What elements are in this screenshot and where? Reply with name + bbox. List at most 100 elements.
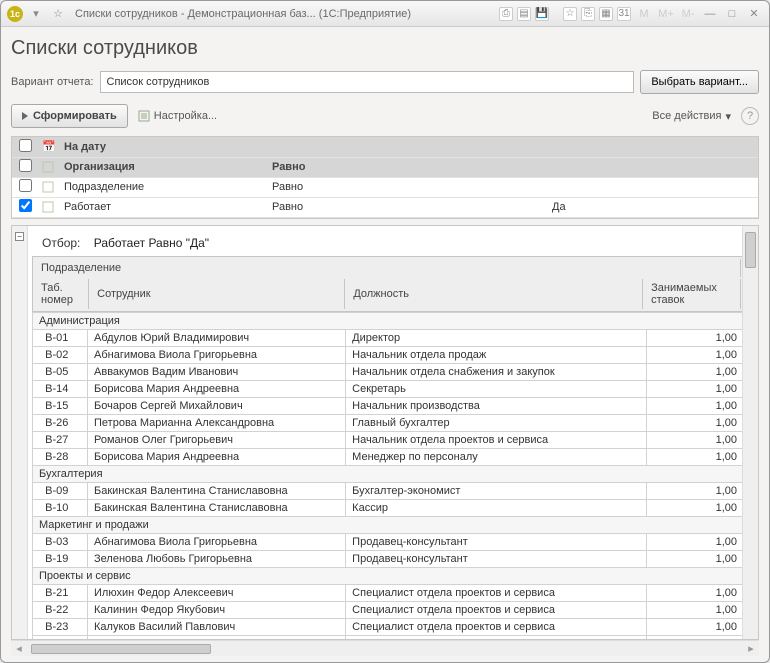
cell-pos: Начальник отдела проектов и сервиса [346, 431, 646, 448]
group-row[interactable]: Маркетинг и продажи [33, 516, 743, 533]
cell-rate: 1,00 [646, 329, 742, 346]
col-emp: Сотрудник [91, 279, 345, 309]
filter-name: Подразделение [60, 177, 268, 197]
filter-summary-text: Работает Равно "Да" [94, 236, 209, 250]
cell-emp: Петрова Марианна Александровна [88, 414, 346, 431]
cell-emp: Борисова Мария Андреевна [88, 380, 346, 397]
table-row[interactable]: B-09Бакинская Валентина СтаниславовнаБух… [33, 482, 743, 499]
cell-pos: Специалист отдела проектов и сервиса [346, 601, 646, 618]
cell-rate: 1,00 [646, 397, 742, 414]
cell-tab: B-22 [33, 601, 88, 618]
cell-rate: 1,00 [646, 482, 742, 499]
table-row[interactable]: B-03Абнагимова Виола ГригорьевнаПродавец… [33, 533, 743, 550]
cell-pos: Продавец-консультант [346, 533, 646, 550]
cell-pos: Продавец-консультант [346, 550, 646, 567]
save-icon[interactable]: 💾 [535, 7, 549, 21]
filters-panel: 📅 На дату ОрганизацияРавноПодразделениеР… [11, 136, 759, 219]
star-icon[interactable]: ☆ [49, 6, 67, 22]
cell-pos: Специалист отдела проектов и сервиса [346, 635, 646, 639]
scroll-left-icon[interactable]: ◂ [11, 642, 27, 655]
content-area: Списки сотрудников Вариант отчета: Выбра… [1, 27, 769, 662]
table-row[interactable]: B-01Абдулов Юрий ВладимировичДиректор1,0… [33, 329, 743, 346]
horizontal-thumb[interactable] [31, 644, 211, 654]
settings-link[interactable]: Настройка... [138, 110, 217, 122]
horizontal-scrollbar[interactable]: ◂ ▸ [11, 640, 759, 656]
star2-icon[interactable]: ☆ [563, 7, 577, 21]
table-row[interactable]: B-02Абнагимова Виола ГригорьевнаНачальни… [33, 346, 743, 363]
vertical-thumb[interactable] [745, 232, 756, 268]
filter-value [548, 177, 758, 197]
report-panel: − Отбор: Работает Равно "Да" Подразделен… [11, 225, 759, 641]
mem-mminus[interactable]: M- [679, 6, 697, 22]
cell-emp: Калуков Василий Павлович [88, 618, 346, 635]
table-row[interactable]: B-26Петрова Марианна АлександровнаГлавны… [33, 414, 743, 431]
help-button[interactable]: ? [741, 107, 759, 125]
report-scroll[interactable]: Отбор: Работает Равно "Да" Подразделение… [28, 226, 742, 640]
cell-pos: Главный бухгалтер [346, 414, 646, 431]
cell-rate: 1,00 [646, 431, 742, 448]
table-row[interactable]: B-24Кожевников Вячеслав ДмитриевичСпециа… [33, 635, 743, 639]
table-row[interactable]: B-27Романов Олег ГригорьевичНачальник от… [33, 431, 743, 448]
dropdown-icon[interactable]: ▾ [27, 6, 45, 22]
cell-tab: B-28 [33, 448, 88, 465]
cell-tab: B-26 [33, 414, 88, 431]
scroll-right-icon[interactable]: ▸ [743, 642, 759, 655]
table-row[interactable]: B-19Зеленова Любовь ГригорьевнаПродавец-… [33, 550, 743, 567]
cell-pos: Директор [346, 329, 646, 346]
form-button[interactable]: Сформировать [11, 104, 128, 128]
cell-emp: Зеленова Любовь Григорьевна [88, 550, 346, 567]
close-button[interactable]: ✕ [745, 6, 763, 22]
cell-rate: 1,00 [646, 601, 742, 618]
cell-emp: Романов Олег Григорьевич [88, 431, 346, 448]
col-tab: Таб. номер [35, 279, 89, 309]
preview-icon[interactable]: ▤ [517, 7, 531, 21]
table-row[interactable]: B-28Борисова Мария АндреевнаМенеджер по … [33, 448, 743, 465]
filter-value [548, 157, 758, 177]
filter-header-check[interactable] [19, 139, 32, 152]
title-bar: 1c ▾ ☆ Списки сотрудников - Демонстрацио… [1, 1, 769, 27]
filter-check[interactable] [19, 159, 32, 172]
cell-pos: Специалист отдела проектов и сервиса [346, 618, 646, 635]
filter-check[interactable] [19, 179, 32, 192]
maximize-button[interactable]: □ [723, 6, 741, 22]
table-row[interactable]: B-10Бакинская Валентина СтаниславовнаКас… [33, 499, 743, 516]
table-row[interactable]: B-23Калуков Василий ПавловичСпециалист о… [33, 618, 743, 635]
group-row[interactable]: Администрация [33, 312, 743, 329]
group-row[interactable]: Проекты и сервис [33, 567, 743, 584]
app-logo-icon: 1c [7, 6, 23, 22]
chevron-down-icon: ▾ [725, 110, 731, 123]
link-icon[interactable]: ⎘ [581, 7, 595, 21]
choose-variant-button[interactable]: Выбрать вариант... [640, 70, 759, 94]
calendar-icon[interactable]: 31 [617, 7, 631, 21]
group-row[interactable]: Бухгалтерия [33, 465, 743, 482]
cell-pos: Менеджер по персоналу [346, 448, 646, 465]
filter-check[interactable] [19, 199, 32, 212]
table-row[interactable]: B-05Аввакумов Вадим ИвановичНачальник от… [33, 363, 743, 380]
vertical-scrollbar[interactable] [742, 226, 758, 640]
cell-pos: Начальник отдела снабжения и закупок [346, 363, 646, 380]
print-icon[interactable]: ⎙ [499, 7, 513, 21]
cell-tab: B-19 [33, 550, 88, 567]
cell-tab: B-15 [33, 397, 88, 414]
mem-mplus[interactable]: M+ [657, 6, 675, 22]
table-row[interactable]: B-14Борисова Мария АндреевнаСекретарь1,0… [33, 380, 743, 397]
cell-tab: B-01 [33, 329, 88, 346]
minimize-button[interactable]: — [701, 6, 719, 22]
mem-m[interactable]: M [635, 6, 653, 22]
col-rate: Занимаемых ставок [645, 279, 741, 309]
table-row[interactable]: B-15Бочаров Сергей МихайловичНачальник п… [33, 397, 743, 414]
collapse-toggle[interactable]: − [15, 232, 24, 241]
cell-tab: B-23 [33, 618, 88, 635]
cell-emp: Илюхин Федор Алексеевич [88, 584, 346, 601]
all-actions-link[interactable]: Все действия ▾ [652, 110, 731, 123]
cell-tab: B-27 [33, 431, 88, 448]
table-row[interactable]: B-22Калинин Федор ЯкубовичСпециалист отд… [33, 601, 743, 618]
variant-input[interactable] [100, 71, 635, 93]
window-title: Списки сотрудников - Демонстрационная ба… [71, 8, 495, 20]
cell-tab: B-10 [33, 499, 88, 516]
form-button-label: Сформировать [33, 110, 117, 122]
filter-row: ОрганизацияРавно [12, 157, 758, 177]
table-row[interactable]: B-21Илюхин Федор АлексеевичСпециалист от… [33, 584, 743, 601]
filter-icon [38, 157, 60, 177]
calc-icon[interactable]: ▦ [599, 7, 613, 21]
